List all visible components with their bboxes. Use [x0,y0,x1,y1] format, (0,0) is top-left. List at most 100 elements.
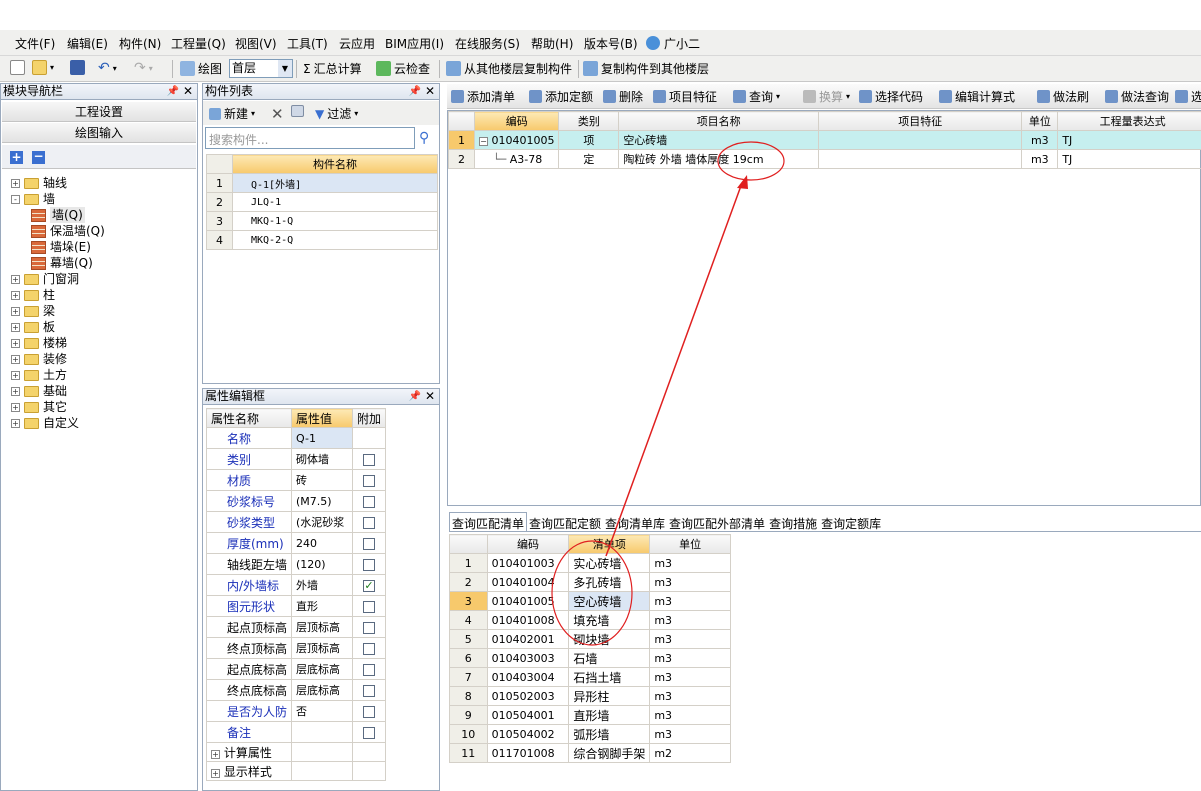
bill-feature-cell[interactable] [818,149,1023,169]
match-code-cell[interactable]: 010402001 [486,629,570,649]
bill-unit-cell[interactable]: m3 [1021,149,1059,169]
tree-item[interactable]: + 其它 [11,399,67,415]
save-button[interactable] [70,60,85,75]
component-name-cell[interactable]: MKQ-1-Q [232,211,438,231]
menu-item-3[interactable]: 工程量(Q) [171,35,226,52]
copy-component-icon[interactable] [291,105,304,117]
close-icon[interactable]: ✕ [183,84,193,99]
property-value-cell[interactable]: (水泥砂浆 [291,511,353,533]
match-row[interactable]: 11 011701008 综合钢脚手架 m2 [449,743,731,763]
tree-item[interactable]: -墙 [11,191,55,207]
tree-item[interactable]: + 装修 [11,351,67,367]
bill-row[interactable]: 1− 010401005 项空心砖墙 m3 TJ [448,130,1201,150]
property-row[interactable]: 终点顶标高 层顶标高 [205,637,387,659]
match-row[interactable]: 3 010401005 空心砖墙 m3 [449,591,731,611]
match-code-cell[interactable]: 010403004 [486,667,570,687]
bill-type-cell[interactable]: 定 [558,149,620,169]
pin-icon[interactable]: 📌 [409,84,421,99]
match-code-cell[interactable]: 010401005 [486,591,570,611]
checkbox[interactable] [362,684,375,697]
property-row[interactable]: 备注 [205,721,387,743]
filter-button[interactable]: ▼ 过滤 ▾ [315,105,358,122]
bill-name-cell[interactable]: 空心砖墙 [618,130,820,150]
bill-expr-cell[interactable]: TJ [1057,130,1201,150]
bill-type-cell[interactable]: 项 [558,130,620,150]
match-code-cell[interactable]: 010504002 [486,724,570,744]
property-value-cell[interactable]: (M7.5) [291,490,353,512]
property-value-cell[interactable]: 层底标高 [291,679,353,701]
component-row[interactable]: 2 JLQ-1 [206,192,438,212]
menu-item-8[interactable]: 在线服务(S) [455,35,520,52]
property-group-row[interactable]: + 显示样式 [205,761,387,781]
bill-tool-4[interactable]: 查询 ▾ [733,88,780,105]
menu-item-10[interactable]: 版本号(B) [584,35,638,52]
bill-tool-10[interactable]: 选 [1175,88,1201,105]
collapse-icon[interactable]: - [11,194,20,204]
property-row[interactable]: 内/外墙标 外墙 ✓ [205,574,387,596]
bill-tool-3[interactable]: 项目特征 [653,88,717,105]
expand-icon[interactable]: + [211,749,220,759]
collapse-all-icon[interactable]: − [32,150,45,164]
property-row[interactable]: 类别 砌体墙 [205,448,387,470]
property-value-cell[interactable]: (120) [291,553,353,575]
pin-icon[interactable]: 📌 [167,84,179,99]
expand-icon[interactable]: + [11,178,20,188]
expand-all-icon[interactable]: + [10,151,23,164]
match-unit-cell[interactable]: m3 [649,648,731,668]
expand-icon[interactable]: + [11,274,20,284]
match-code-cell[interactable]: 010403003 [486,648,570,668]
project-settings-button[interactable]: 工程设置 [2,102,196,122]
undo-button[interactable]: ↶ ▾ [98,60,117,76]
property-row[interactable]: 是否为人防否 [205,700,387,722]
expand-icon[interactable]: + [11,322,20,332]
match-unit-cell[interactable]: m3 [649,591,731,611]
component-search-input[interactable]: 搜索构件... [205,127,415,149]
bill-tool-7[interactable]: 编辑计算式 [939,88,1015,105]
checkbox[interactable] [362,726,375,739]
match-unit-cell[interactable]: m3 [649,724,731,744]
property-value-cell[interactable]: 240 [291,532,353,554]
property-value-cell[interactable]: 外墙 [291,574,353,596]
property-row[interactable]: 终点底标高 层底标高 [205,679,387,701]
property-value-cell[interactable]: 砖 [291,469,353,491]
tree-item[interactable]: + 土方 [11,367,67,383]
checkbox[interactable] [362,495,375,508]
match-row[interactable]: 5 010402001 砌块墙 m3 [449,629,731,649]
assistant-icon[interactable] [646,36,660,50]
cloud-check-button[interactable]: 云检查 [376,60,430,77]
expand-icon[interactable]: + [11,338,20,348]
property-value-cell[interactable]: 否 [291,700,353,722]
match-code-cell[interactable]: 010401004 [486,572,570,592]
expand-icon[interactable]: + [11,418,20,428]
checkbox[interactable] [362,663,375,676]
match-unit-cell[interactable]: m3 [649,686,731,706]
property-row[interactable]: 材质砖 [205,469,387,491]
bill-tool-6[interactable]: 选择代码 [859,88,923,105]
menu-item-5[interactable]: 工具(T) [287,35,328,52]
close-icon[interactable]: ✕ [425,84,435,99]
expand-icon[interactable]: + [211,768,220,778]
match-row[interactable]: 6 010403003 石墙 m3 [449,648,731,668]
property-value-cell[interactable]: 层顶标高 [291,616,353,638]
property-row[interactable]: 起点顶标高 层顶标高 [205,616,387,638]
property-value-cell[interactable]: 层顶标高 [291,637,353,659]
menu-item-7[interactable]: BIM应用(I) [385,35,444,52]
match-name-cell[interactable]: 综合钢脚手架 [568,743,651,763]
match-name-cell[interactable]: 石挡土墙 [568,667,651,687]
property-row[interactable]: 图元形状 直形 [205,595,387,617]
menu-item-1[interactable]: 编辑(E) [67,35,108,52]
tree-item[interactable]: + 梁 [11,303,55,319]
match-unit-cell[interactable]: m3 [649,629,731,649]
tree-item[interactable]: + 轴线 [11,175,67,191]
checkbox[interactable] [362,516,375,529]
checkbox[interactable]: ✓ [362,579,375,592]
new-file-button[interactable] [10,60,25,75]
component-name-cell[interactable]: Q-1[外墙] [232,173,438,193]
tree-item[interactable]: + 门窗洞 [11,271,79,287]
match-unit-cell[interactable]: m2 [649,743,731,763]
component-row[interactable]: 1 Q-1[外墙] [206,173,438,193]
menu-item-2[interactable]: 构件(N) [119,35,161,52]
bill-feature-cell[interactable] [818,130,1023,150]
match-row[interactable]: 7 010403004 石挡土墙 m3 [449,667,731,687]
bill-code-cell[interactable]: − 010401005 [473,130,560,150]
